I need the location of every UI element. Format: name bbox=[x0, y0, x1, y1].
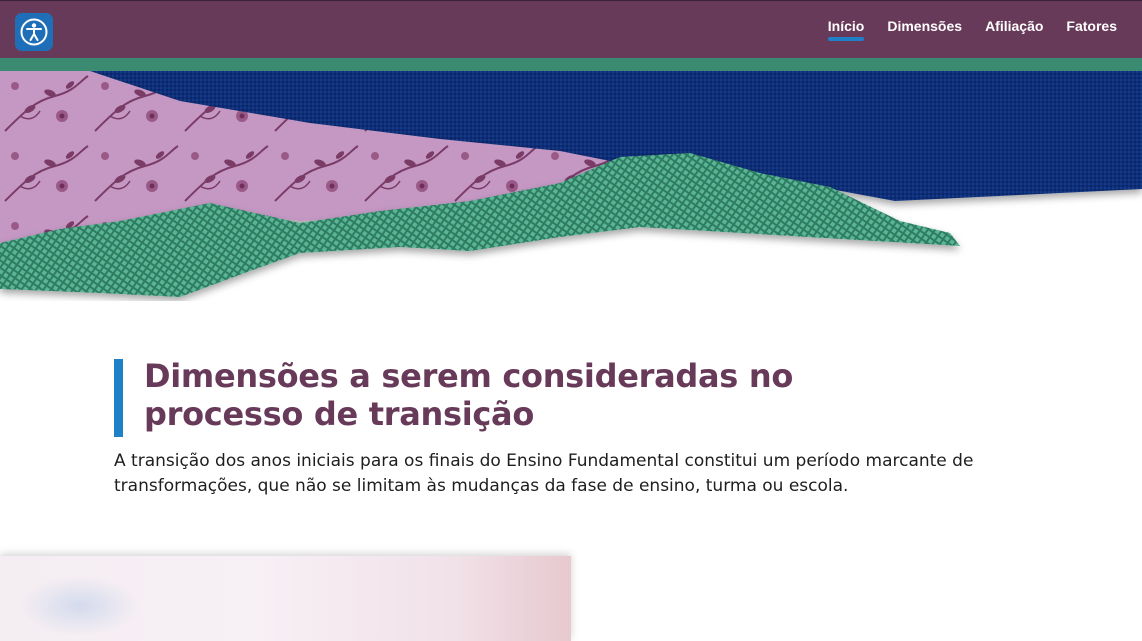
nav-item-afiliacao[interactable]: Afiliação bbox=[985, 1, 1043, 33]
nav-item-fatores[interactable]: Fatores bbox=[1066, 1, 1117, 33]
intro-paragraph: A transição dos anos iniciais para os fi… bbox=[114, 451, 974, 496]
fabric-collage-banner bbox=[0, 71, 1142, 297]
main-nav: Início Dimensões Afiliação Fatores bbox=[827, 1, 1117, 59]
header-accent-strip bbox=[0, 58, 1142, 71]
photo-card bbox=[0, 556, 571, 641]
page-title: Dimensões a serem consideradas no proces… bbox=[144, 357, 794, 433]
nav-item-inicio[interactable]: Início bbox=[827, 1, 864, 41]
headline-accent-bar bbox=[114, 359, 123, 437]
top-navigation-bar: Início Dimensões Afiliação Fatores bbox=[0, 0, 1142, 58]
photo-image bbox=[20, 576, 140, 636]
accessibility-person-icon bbox=[20, 18, 48, 46]
accessibility-logo-icon[interactable] bbox=[15, 13, 53, 51]
nav-item-dimensoes[interactable]: Dimensões bbox=[887, 1, 962, 33]
